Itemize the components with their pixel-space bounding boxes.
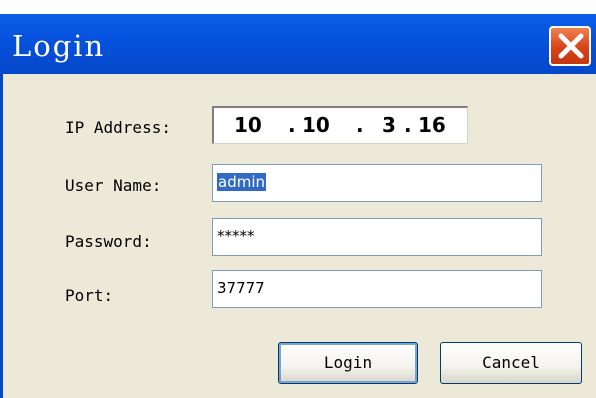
ip-dot: . (356, 113, 364, 137)
ip-address-input[interactable]: 10 . 10 . 3 . 16 (212, 106, 468, 144)
port-value: 37777 (217, 279, 265, 297)
user-name-label: User Name: (65, 176, 162, 195)
password-input[interactable]: ***** (212, 218, 542, 256)
ip-dot: . (404, 113, 412, 137)
ip-octet-2[interactable]: 10 (302, 113, 330, 137)
ip-octet-4[interactable]: 16 (418, 113, 446, 137)
ip-octet-1[interactable]: 10 (234, 113, 262, 137)
login-dialog: Login IP Address: 10 . 10 . 3 . 16 User … (0, 0, 596, 398)
cancel-button[interactable]: Cancel (440, 342, 582, 384)
port-label: Port: (65, 286, 114, 305)
user-name-value: admin (217, 173, 266, 191)
window-title: Login (12, 29, 106, 63)
user-name-input[interactable]: admin (212, 164, 542, 202)
ip-octet-3[interactable]: 3 (382, 113, 396, 137)
close-icon (558, 33, 584, 59)
password-label: Password: (65, 232, 152, 251)
title-bar[interactable]: Login (0, 14, 596, 74)
login-button[interactable]: Login (278, 342, 418, 384)
ip-address-label: IP Address: (65, 118, 171, 137)
ip-dot: . (288, 113, 296, 137)
close-button[interactable] (549, 26, 591, 66)
password-value: ***** (217, 227, 255, 245)
port-input[interactable]: 37777 (212, 270, 542, 308)
